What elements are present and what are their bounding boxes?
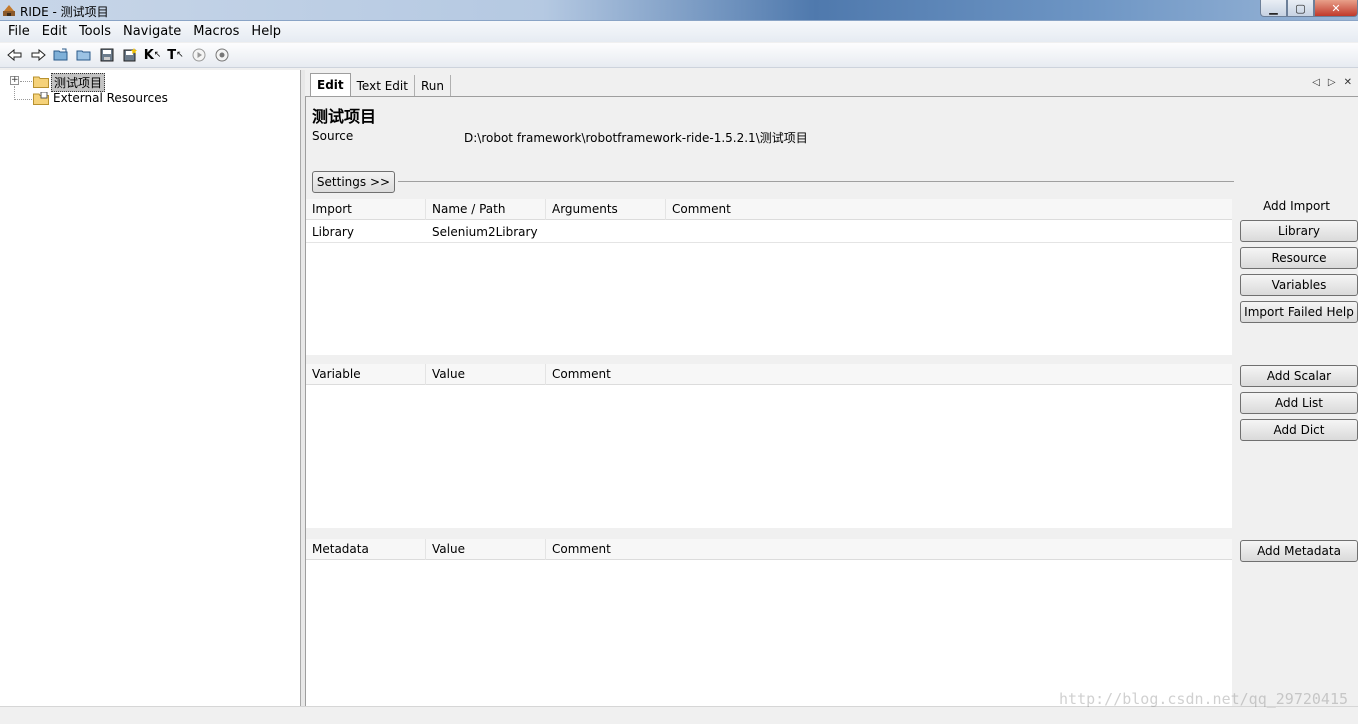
import-type-cell[interactable]: Library	[306, 221, 426, 243]
open-suite-button[interactable]	[49, 44, 72, 66]
column-header-value: Value	[426, 539, 546, 560]
menu-edit[interactable]: Edit	[36, 22, 73, 42]
window-controls: ▁ ▢ ✕	[1260, 0, 1358, 18]
watermark-text: http://blog.csdn.net/qq_29720415	[1059, 690, 1348, 708]
ride-app-icon	[3, 5, 15, 16]
edit-content: 测试项目 Source D:\robot framework\robotfram…	[305, 96, 1358, 707]
run-icon	[192, 48, 205, 62]
side-actions: Add Import Library Resource Variables Im…	[1234, 97, 1358, 707]
back-arrow-icon	[6, 48, 21, 62]
open-directory-button[interactable]	[72, 44, 95, 66]
folder-icon	[33, 76, 49, 88]
add-library-button[interactable]: Library	[1240, 220, 1358, 242]
column-header-import: Import	[306, 199, 426, 220]
search-keywords-icon: K	[143, 47, 154, 63]
back-button[interactable]	[3, 44, 26, 66]
external-resources-icon	[33, 92, 49, 105]
tab-text-edit[interactable]: Text Edit	[351, 75, 415, 96]
close-button[interactable]: ✕	[1314, 0, 1358, 17]
editor-pane: Edit Text Edit Run ◁ ▷ ✕ 测试项目 Source D:\…	[305, 70, 1358, 707]
tab-scroll-right-icon[interactable]: ▷	[1328, 77, 1336, 88]
suite-title: 测试项目	[312, 107, 377, 126]
add-metadata-button[interactable]: Add Metadata	[1240, 540, 1358, 562]
source-path: D:\robot framework\robotframework-ride-1…	[464, 131, 808, 145]
tree-item-external-resources[interactable]: External Resources	[51, 91, 170, 105]
column-header-metadata: Metadata	[306, 539, 426, 560]
column-header-comment: Comment	[552, 367, 611, 381]
metadata-table-header: Metadata Value Comment	[306, 539, 1232, 560]
menu-help[interactable]: Help	[245, 22, 287, 42]
open-suite-icon	[53, 48, 67, 61]
column-header-comment: Comment	[552, 542, 611, 556]
column-header-value: Value	[426, 364, 546, 385]
maximize-button[interactable]: ▢	[1287, 0, 1314, 17]
add-dict-button[interactable]: Add Dict	[1240, 419, 1358, 441]
editor-tabs: Edit Text Edit Run	[305, 72, 451, 96]
save-button[interactable]	[95, 44, 118, 66]
tab-run[interactable]: Run	[415, 75, 451, 96]
project-tree: + 测试项目 External Resources	[0, 70, 301, 706]
tab-close-icon[interactable]: ✕	[1344, 77, 1352, 88]
minimize-button[interactable]: ▁	[1260, 0, 1287, 17]
import-table-header: Import Name / Path Arguments Comment	[306, 199, 1232, 220]
import-arguments-cell[interactable]	[546, 221, 666, 243]
forward-arrow-icon	[31, 48, 46, 62]
menu-file[interactable]: File	[2, 22, 36, 42]
window-title: RIDE - 测试项目	[20, 5, 109, 19]
run-button[interactable]	[187, 44, 210, 66]
metadata-table: Metadata Value Comment	[306, 539, 1232, 707]
tab-controls: ◁ ▷ ✕	[1312, 77, 1352, 88]
source-label: Source	[312, 129, 354, 143]
tab-edit[interactable]: Edit	[310, 73, 351, 96]
save-icon	[100, 48, 113, 62]
column-header-variable: Variable	[306, 364, 426, 385]
stop-button[interactable]	[210, 44, 233, 66]
forward-button[interactable]	[26, 44, 49, 66]
search-keywords-button[interactable]: K ↖	[141, 44, 164, 66]
title-bar: RIDE - 测试项目 ▁ ▢ ✕	[0, 0, 1358, 21]
add-resource-button[interactable]: Resource	[1240, 247, 1358, 269]
add-import-label: Add Import	[1263, 199, 1330, 213]
import-failed-help-button[interactable]: Import Failed Help	[1240, 301, 1358, 323]
tab-scroll-left-icon[interactable]: ◁	[1312, 77, 1320, 88]
table-row[interactable]: Library Selenium2Library	[306, 221, 1232, 243]
import-table: Import Name / Path Arguments Comment Lib…	[306, 199, 1232, 355]
search-tests-icon: T	[167, 47, 177, 63]
variable-table-header: Variable Value Comment	[306, 364, 1232, 385]
settings-toggle-button[interactable]: Settings >>	[312, 171, 395, 193]
toolbar: K ↖ T ↖	[0, 43, 1358, 68]
open-directory-icon	[76, 50, 90, 61]
variable-table: Variable Value Comment	[306, 364, 1232, 528]
add-list-button[interactable]: Add List	[1240, 392, 1358, 414]
menu-bar: File Edit Tools Navigate Macros Help	[0, 21, 1358, 42]
import-name-cell[interactable]: Selenium2Library	[426, 221, 546, 243]
stop-icon	[215, 48, 228, 62]
save-all-icon	[123, 48, 137, 62]
search-tests-button[interactable]: T ↖	[164, 44, 187, 66]
column-header-name-path: Name / Path	[426, 199, 546, 220]
menu-tools[interactable]: Tools	[73, 22, 117, 42]
add-scalar-button[interactable]: Add Scalar	[1240, 365, 1358, 387]
menu-macros[interactable]: Macros	[187, 22, 245, 42]
save-all-button[interactable]	[118, 44, 141, 66]
tree-item-suite[interactable]: 测试项目	[51, 73, 106, 92]
column-header-arguments: Arguments	[546, 199, 666, 220]
import-comment-cell[interactable]	[666, 221, 1232, 243]
status-bar	[0, 706, 1358, 724]
add-variables-button[interactable]: Variables	[1240, 274, 1358, 296]
column-header-comment: Comment	[672, 202, 731, 216]
menu-navigate[interactable]: Navigate	[117, 22, 187, 42]
expand-toggle[interactable]: +	[10, 76, 19, 85]
